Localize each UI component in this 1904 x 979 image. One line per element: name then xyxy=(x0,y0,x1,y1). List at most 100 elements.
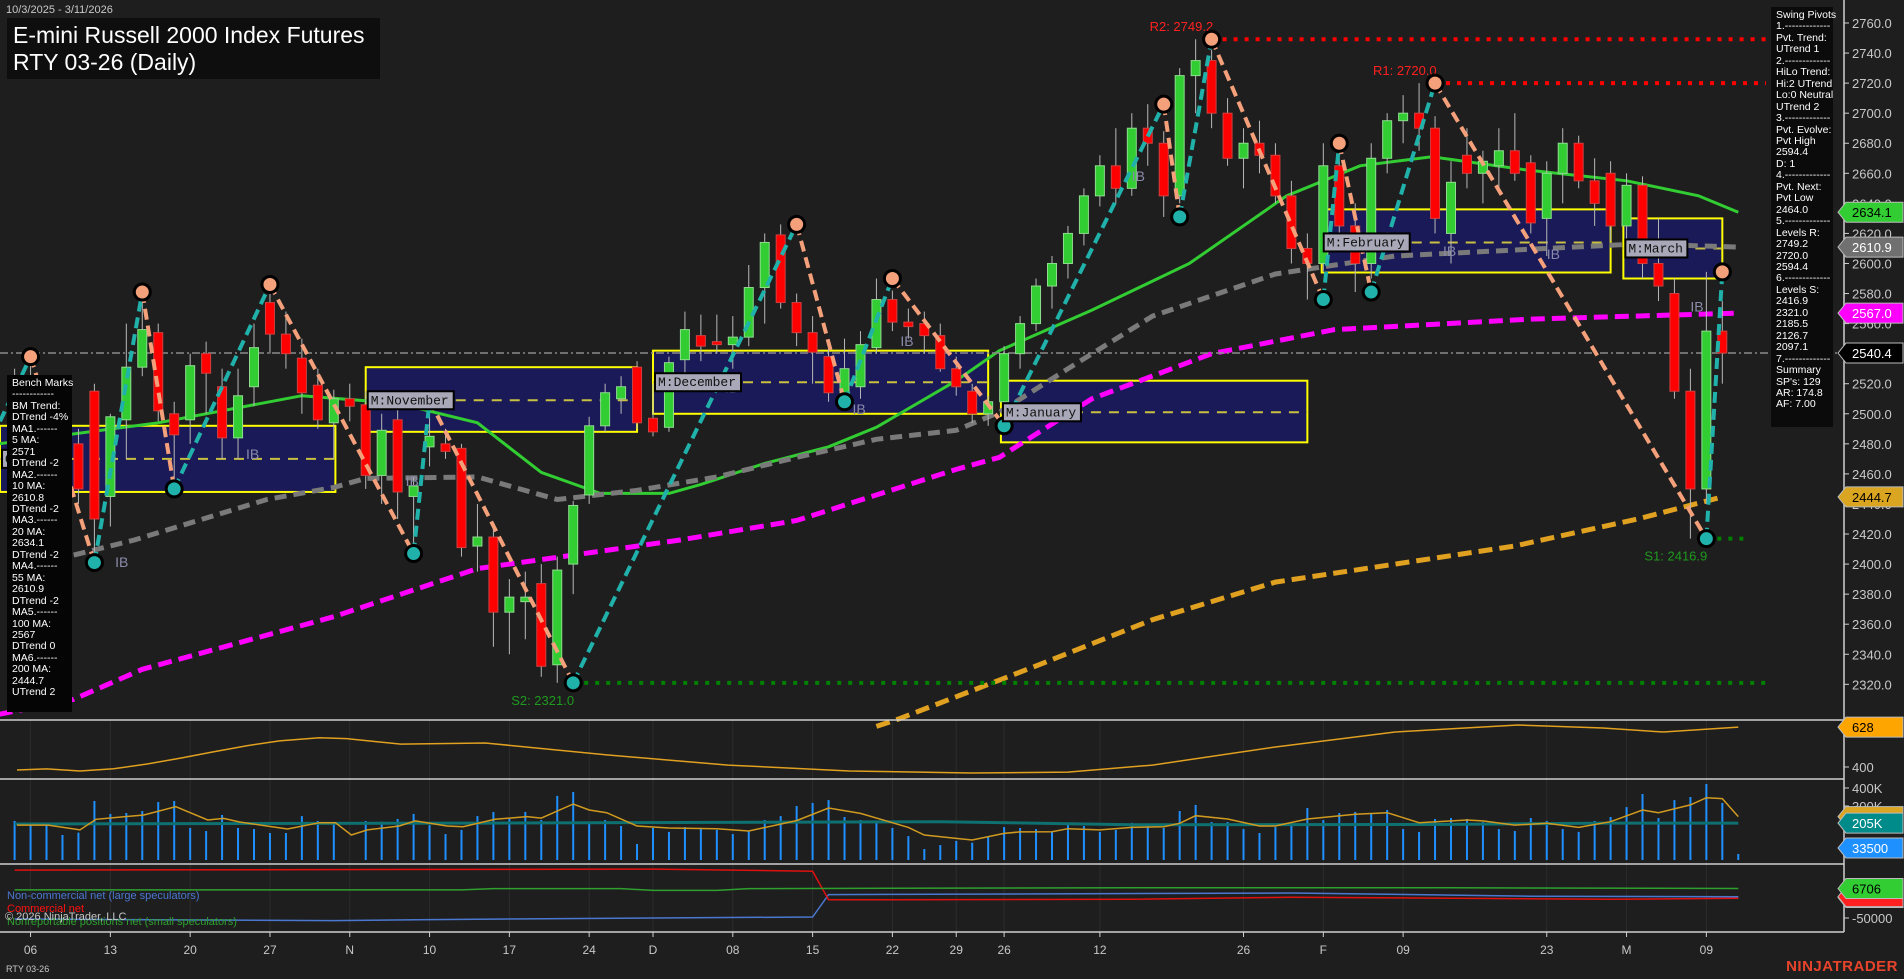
zigzag-leg-down xyxy=(1209,38,1326,301)
candle-body xyxy=(775,234,786,304)
candle xyxy=(1637,176,1648,279)
swing-low-marker xyxy=(563,673,583,693)
candle-body xyxy=(1621,184,1632,227)
candle-body xyxy=(951,368,962,388)
level-label-r2: R2: 2749.2 xyxy=(1150,19,1214,34)
candle xyxy=(344,383,355,422)
benchmark-line: DTrend -2 xyxy=(12,457,59,470)
candle-body xyxy=(632,366,643,424)
swing-high-marker xyxy=(1425,73,1445,93)
cot-tag: 6706 xyxy=(1852,882,1881,897)
candle xyxy=(1493,128,1504,192)
date-label: 26 xyxy=(1237,943,1251,957)
zigzag-leg-up xyxy=(1002,103,1166,427)
candle-body xyxy=(807,332,818,353)
price-tag: 2540.4 xyxy=(1852,346,1892,361)
candle xyxy=(488,526,499,647)
ninjatrader-logo: NINJATRADER xyxy=(1786,958,1898,975)
chart-canvas[interactable]: R2: 2749.2 R1: 2720.0 S2: 2321.0 S1: 2416.9… xyxy=(0,0,1904,979)
swing-low-marker xyxy=(835,392,855,412)
candle xyxy=(1430,116,1441,234)
candle-body xyxy=(1605,172,1616,227)
candle xyxy=(759,233,770,324)
price-axis-label: 2480.0 xyxy=(1852,437,1892,452)
swing-low-marker xyxy=(1313,290,1333,310)
monthly-box-label: M:February xyxy=(1327,235,1405,250)
candle xyxy=(1062,225,1073,279)
monthly-box-label: M:January xyxy=(1006,405,1076,420)
swing-low-marker xyxy=(1361,282,1381,302)
candle xyxy=(1078,188,1089,246)
level-label-s1: S1: 2416.9 xyxy=(1644,549,1707,564)
swing-high-marker xyxy=(260,275,280,295)
candle-body xyxy=(1398,112,1409,122)
candle xyxy=(1047,255,1057,309)
swing-high-marker xyxy=(132,282,152,302)
candle xyxy=(1270,143,1281,204)
swing-high-marker xyxy=(1712,262,1732,282)
cot-axis-label: -50000 xyxy=(1852,911,1892,926)
swing-high-marker xyxy=(1329,133,1349,153)
date-label: 13 xyxy=(104,943,118,957)
swing-pivot-line: 5.------------- xyxy=(1776,215,1831,228)
candle xyxy=(520,571,531,640)
candle xyxy=(392,406,403,519)
volume-tag: 33500 xyxy=(1852,841,1888,856)
swing-low-marker xyxy=(1696,529,1716,549)
candle-body xyxy=(1446,181,1456,234)
date-label: 29 xyxy=(950,943,964,957)
candle xyxy=(1509,113,1520,181)
candle xyxy=(153,323,164,422)
ib-label: IB xyxy=(1690,299,1703,315)
candle xyxy=(584,416,595,504)
candle xyxy=(1669,278,1680,399)
candle-body xyxy=(903,321,914,328)
ib-label: IB xyxy=(406,473,419,489)
swing-low-marker xyxy=(84,553,104,573)
candle xyxy=(663,356,674,432)
candle-body xyxy=(1653,262,1664,287)
volume-average-line xyxy=(17,796,1739,841)
zigzag-leg-up xyxy=(571,223,799,684)
date-label: 09 xyxy=(1396,943,1410,957)
candle-body xyxy=(137,329,148,368)
chart-subtitle: RTY 03-26 (Daily) xyxy=(13,49,197,75)
candle-body xyxy=(1669,293,1680,392)
monthly-box-label: M:November xyxy=(371,393,449,408)
candle-body xyxy=(871,299,882,349)
swing-high-marker xyxy=(1202,29,1222,49)
candle-body xyxy=(1110,165,1121,189)
candle xyxy=(791,293,802,347)
date-label: 26 xyxy=(997,943,1011,957)
swing-high-marker xyxy=(1154,94,1174,114)
benchmark-line: MA4.------ xyxy=(12,560,58,573)
cot-series-line xyxy=(14,892,1739,922)
ib-label: IB xyxy=(246,446,259,462)
swing-pivot-line: 2097.1 xyxy=(1776,341,1809,354)
date-label: 24 xyxy=(582,943,596,957)
candle-body xyxy=(1078,195,1089,234)
price-axis-label: 2680.0 xyxy=(1852,136,1892,151)
candle-body xyxy=(249,347,259,388)
candle xyxy=(743,264,754,347)
candle-body xyxy=(967,390,978,415)
candle xyxy=(1190,39,1201,114)
legend-non-commercial: Non-commercial net (large speculators) xyxy=(7,890,200,902)
zigzag-leg-down xyxy=(1433,82,1709,540)
date-label: 20 xyxy=(183,943,197,957)
swing-high-marker xyxy=(21,347,41,367)
benchmark-line: 10 MA: xyxy=(12,480,46,493)
price-axis-label: 2380.0 xyxy=(1852,587,1892,602)
swing-high-marker xyxy=(882,269,902,289)
candle-body xyxy=(711,341,722,346)
date-label: 23 xyxy=(1540,943,1554,957)
monthly-box-label: M:December xyxy=(658,375,736,390)
date-label: M xyxy=(1622,943,1632,957)
price-axis-label: 2700.0 xyxy=(1852,106,1892,121)
candle-body xyxy=(1286,195,1297,249)
cot-series-line xyxy=(14,887,1739,892)
candle-body xyxy=(233,395,244,439)
candle-body xyxy=(1094,165,1105,197)
candle-body xyxy=(472,536,483,547)
candle-body xyxy=(185,365,196,421)
